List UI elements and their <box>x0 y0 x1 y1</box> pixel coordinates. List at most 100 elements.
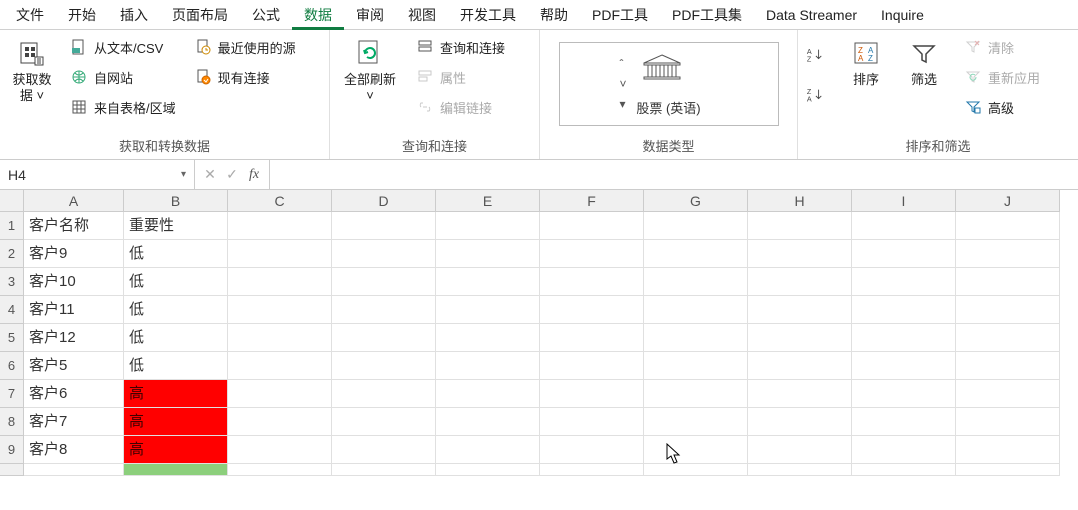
tab-插入[interactable]: 插入 <box>108 0 160 30</box>
cell[interactable] <box>540 352 644 380</box>
cell[interactable] <box>644 436 748 464</box>
cell[interactable]: 高 <box>124 380 228 408</box>
cell[interactable]: 客户7 <box>24 408 124 436</box>
row-header[interactable] <box>0 464 24 476</box>
cell[interactable]: 高 <box>124 436 228 464</box>
row-header[interactable]: 9 <box>0 436 24 464</box>
advanced-filter-button[interactable]: 高级 <box>960 94 1044 120</box>
cell[interactable] <box>956 296 1060 324</box>
cell[interactable] <box>332 296 436 324</box>
cell[interactable] <box>540 268 644 296</box>
cell[interactable] <box>852 380 956 408</box>
row-header[interactable]: 7 <box>0 380 24 408</box>
cell[interactable] <box>540 380 644 408</box>
cell[interactable] <box>228 240 332 268</box>
cell[interactable] <box>852 436 956 464</box>
cell[interactable] <box>332 380 436 408</box>
cell[interactable] <box>748 436 852 464</box>
cell[interactable] <box>956 436 1060 464</box>
cell[interactable] <box>748 212 852 240</box>
row-header[interactable]: 8 <box>0 408 24 436</box>
cell[interactable] <box>332 212 436 240</box>
tab-开发工具[interactable]: 开发工具 <box>448 0 528 30</box>
cell[interactable] <box>748 464 852 476</box>
name-box-dropdown-icon[interactable]: ▾ <box>181 169 186 180</box>
name-box[interactable]: H4 ▾ <box>0 160 195 189</box>
cell[interactable] <box>956 268 1060 296</box>
sort-desc-button[interactable]: ZA <box>806 82 830 108</box>
cell[interactable] <box>852 464 956 476</box>
col-header-A[interactable]: A <box>24 190 124 212</box>
row-header[interactable]: 3 <box>0 268 24 296</box>
cell[interactable] <box>644 380 748 408</box>
cell[interactable] <box>228 464 332 476</box>
cell[interactable] <box>956 352 1060 380</box>
cell[interactable] <box>24 464 124 476</box>
cell[interactable] <box>436 268 540 296</box>
cell[interactable] <box>852 352 956 380</box>
cell[interactable] <box>436 380 540 408</box>
filter-button[interactable]: 筛选 <box>902 34 946 88</box>
cell[interactable]: 低 <box>124 296 228 324</box>
cell[interactable] <box>228 324 332 352</box>
cell[interactable] <box>644 324 748 352</box>
cell[interactable] <box>436 324 540 352</box>
tab-文件[interactable]: 文件 <box>4 0 56 30</box>
col-header-B[interactable]: B <box>124 190 228 212</box>
cell[interactable] <box>332 352 436 380</box>
tab-页面布局[interactable]: 页面布局 <box>160 0 240 30</box>
cell[interactable] <box>436 352 540 380</box>
sort-asc-button[interactable]: AZ <box>806 42 830 68</box>
cancel-icon[interactable]: ✕ <box>201 166 219 183</box>
sort-button[interactable]: ZAAZ 排序 <box>844 34 888 88</box>
from-web-button[interactable]: 自网站 <box>66 64 180 90</box>
datatype-gallery[interactable]: 股票 (英语) ˆ ˅ ▾ <box>559 42 779 126</box>
tab-PDF工具[interactable]: PDF工具 <box>580 0 660 30</box>
col-header-D[interactable]: D <box>332 190 436 212</box>
tab-帮助[interactable]: 帮助 <box>528 0 580 30</box>
row-header[interactable]: 5 <box>0 324 24 352</box>
cell[interactable] <box>332 268 436 296</box>
cell[interactable] <box>852 212 956 240</box>
col-header-E[interactable]: E <box>436 190 540 212</box>
cell[interactable] <box>540 296 644 324</box>
col-header-J[interactable]: J <box>956 190 1060 212</box>
cell[interactable] <box>748 408 852 436</box>
formula-input[interactable] <box>270 160 1078 189</box>
col-header-F[interactable]: F <box>540 190 644 212</box>
cell[interactable] <box>124 464 228 476</box>
cell[interactable] <box>228 212 332 240</box>
cell[interactable] <box>644 408 748 436</box>
select-all-corner[interactable] <box>0 190 24 212</box>
cell[interactable]: 低 <box>124 268 228 296</box>
row-header[interactable]: 4 <box>0 296 24 324</box>
cell[interactable] <box>228 296 332 324</box>
cell[interactable]: 客户9 <box>24 240 124 268</box>
cell[interactable]: 客户名称 <box>24 212 124 240</box>
tab-Inquire[interactable]: Inquire <box>869 0 936 30</box>
cell[interactable] <box>436 464 540 476</box>
row-header[interactable]: 2 <box>0 240 24 268</box>
cell[interactable] <box>644 268 748 296</box>
cell[interactable] <box>332 240 436 268</box>
cell[interactable] <box>540 436 644 464</box>
cell[interactable] <box>332 324 436 352</box>
tab-PDF工具集[interactable]: PDF工具集 <box>660 0 754 30</box>
cell[interactable] <box>852 324 956 352</box>
cell[interactable] <box>332 436 436 464</box>
queries-connections-button[interactable]: 查询和连接 <box>412 34 509 60</box>
tab-视图[interactable]: 视图 <box>396 0 448 30</box>
enter-icon[interactable]: ✓ <box>223 166 241 183</box>
existing-connections-button[interactable]: 现有连接 <box>190 64 300 90</box>
cell[interactable] <box>228 268 332 296</box>
from-table-button[interactable]: 来自表格/区域 <box>66 94 180 120</box>
cell[interactable] <box>852 296 956 324</box>
cell[interactable] <box>956 324 1060 352</box>
cell[interactable]: 重要性 <box>124 212 228 240</box>
tab-公式[interactable]: 公式 <box>240 0 292 30</box>
cell[interactable]: 低 <box>124 352 228 380</box>
tab-Data Streamer[interactable]: Data Streamer <box>754 0 869 30</box>
row-header[interactable]: 6 <box>0 352 24 380</box>
cell[interactable]: 高 <box>124 408 228 436</box>
cell[interactable] <box>956 408 1060 436</box>
